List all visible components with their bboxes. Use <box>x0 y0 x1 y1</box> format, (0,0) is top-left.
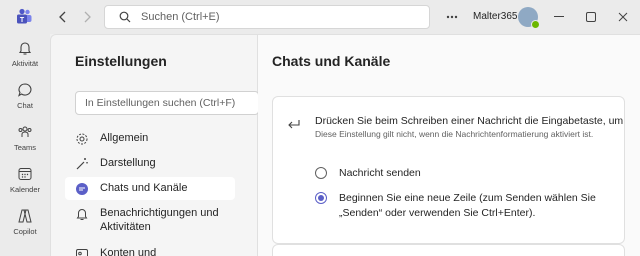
title-bar: T Suchen (Ctrl+E) Malter365 <box>0 0 640 34</box>
setting-heading: Drücken Sie beim Schreiben einer Nachric… <box>315 115 624 127</box>
back-arrow-icon[interactable] <box>56 10 70 24</box>
next-setting-card <box>272 244 625 256</box>
more-options-icon[interactable] <box>444 10 460 24</box>
settings-sidebar: Einstellungen In Einstellungen suchen (C… <box>50 34 259 256</box>
enter-key-icon <box>288 120 300 129</box>
enter-key-setting-card: Drücken Sie beim Schreiben einer Nachric… <box>272 96 625 244</box>
rail-item-activity[interactable]: Aktivität <box>0 40 50 68</box>
page-title: Chats und Kanäle <box>272 53 391 69</box>
teams-logo-icon: T <box>14 7 34 27</box>
wand-icon <box>76 158 88 170</box>
settings-item-chats[interactable]: Chats und Kanäle <box>65 177 235 200</box>
rail-label: Kalender <box>9 185 41 194</box>
rail-label: Teams <box>13 143 37 152</box>
chat-bubble-icon <box>76 183 88 195</box>
radio-new-line[interactable]: Beginnen Sie eine neue Zeile (zum Senden… <box>315 191 615 221</box>
settings-item-label: Chats und Kanäle <box>100 182 188 194</box>
search-icon <box>119 11 131 23</box>
org-name[interactable]: Malter365 <box>473 11 517 22</box>
settings-search-placeholder: In Einstellungen suchen (Ctrl+F) <box>85 97 236 109</box>
chat-icon <box>18 83 32 97</box>
settings-item-label: Darstellung <box>100 157 156 169</box>
radio-button[interactable] <box>315 167 327 179</box>
settings-content: Chats und Kanäle Drücken Sie beim Schrei… <box>258 34 640 256</box>
settings-item-notifications[interactable]: Benachrichtigungen und Aktivitäten <box>65 202 235 238</box>
teams-icon <box>18 126 32 137</box>
rail-item-calendar[interactable]: Kalender <box>0 166 50 194</box>
search-placeholder: Suchen (Ctrl+E) <box>141 11 220 23</box>
settings-item-appearance[interactable]: Darstellung <box>65 152 235 175</box>
radio-label: Nachricht senden <box>339 167 421 179</box>
rail-item-chat[interactable]: Chat <box>0 82 50 110</box>
app-rail: Aktivität Chat Teams Kalender Copilot <box>0 34 50 256</box>
settings-item-label: Allgemein <box>100 132 149 144</box>
gear-icon <box>76 133 88 145</box>
settings-item-label: Benachrichtigungen und Aktivitäten <box>100 207 219 233</box>
settings-search-input[interactable]: In Einstellungen suchen (Ctrl+F) <box>75 91 259 115</box>
rail-label: Copilot <box>13 227 37 236</box>
radio-button-checked[interactable] <box>315 192 327 204</box>
calendar-icon <box>18 168 32 180</box>
account-icon <box>76 249 88 256</box>
bell-icon <box>76 209 88 220</box>
minimize-icon[interactable] <box>552 10 566 24</box>
rail-label: Chat <box>17 101 33 110</box>
maximize-icon[interactable] <box>584 10 598 24</box>
radio-send-message[interactable]: Nachricht senden <box>315 166 421 181</box>
rail-label: Aktivität <box>11 59 39 68</box>
avatar[interactable] <box>518 7 540 29</box>
rail-item-teams[interactable]: Teams <box>0 124 50 152</box>
close-icon[interactable] <box>616 10 630 24</box>
forward-arrow-icon[interactable] <box>80 10 94 24</box>
rail-item-copilot[interactable]: Copilot <box>0 208 50 236</box>
radio-label: Beginnen Sie eine neue Zeile (zum Senden… <box>339 192 596 219</box>
svg-text:T: T <box>20 17 25 24</box>
settings-item-label: Konten und <box>100 247 157 256</box>
settings-title: Einstellungen <box>75 53 167 69</box>
setting-subtext: Diese Einstellung gilt nicht, wenn die N… <box>315 129 594 139</box>
settings-item-general[interactable]: Allgemein <box>65 127 235 150</box>
search-input[interactable]: Suchen (Ctrl+E) <box>104 5 430 29</box>
presence-status-icon <box>531 20 540 29</box>
copilot-icon <box>18 209 32 223</box>
settings-item-accounts[interactable]: Konten und <box>65 242 235 256</box>
bell-icon <box>18 42 32 55</box>
